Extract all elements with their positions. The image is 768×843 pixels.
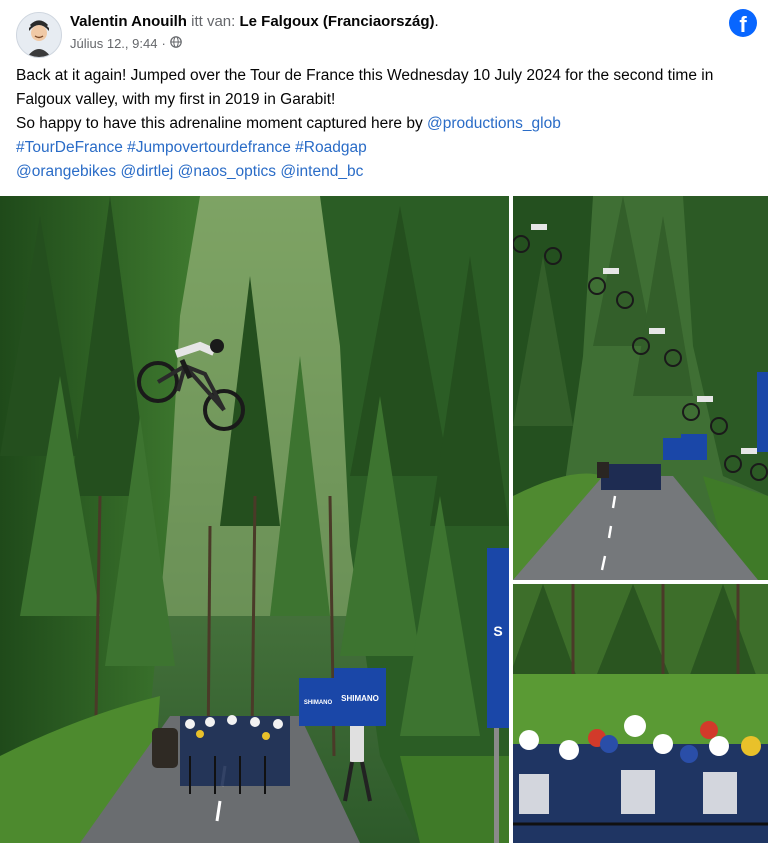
post-text-line2: So happy to have this adrenaline moment … [16, 112, 756, 136]
mention-link[interactable]: @orangebikes [16, 163, 116, 180]
shimano-post-letter: S [493, 623, 502, 639]
mention-line: @orangebikes @dirtlej @naos_optics @inte… [16, 160, 363, 184]
timestamp[interactable]: Július 12., 9:44 [70, 36, 157, 51]
author-line: Valentin Anouilh itt van: Le Falgoux (Fr… [70, 12, 439, 32]
location-prefix: itt van: [191, 13, 236, 30]
location-link[interactable]: Le Falgoux (Franciaország) [239, 13, 434, 30]
shimano-banner-label-small: SHIMANO [304, 700, 333, 706]
post-meta: Július 12., 9:44 · [70, 36, 182, 51]
globe-icon [169, 36, 182, 51]
photo-sequence[interactable] [513, 196, 768, 580]
mention-productions-glob[interactable]: @productions_glob [427, 115, 561, 132]
meta-separator: · [161, 36, 166, 51]
photo-peloton[interactable] [513, 584, 768, 843]
facebook-icon[interactable]: f [729, 9, 757, 37]
location-suffix: . [434, 13, 439, 30]
post-text-line1: Back at it again! Jumped over the Tour d… [16, 67, 714, 108]
mention-link[interactable]: @intend_bc [280, 163, 363, 180]
avatar-image [17, 13, 61, 57]
post-header: Valentin Anouilh itt van: Le Falgoux (Fr… [0, 0, 768, 62]
hashtag-line: #TourDeFrance #Jumpovertourdefrance #Roa… [16, 136, 756, 160]
post-text-line2-prefix: So happy to have this adrenaline moment … [16, 115, 428, 132]
author-name[interactable]: Valentin Anouilh [70, 13, 187, 30]
hashtag-link[interactable]: #Jumpovertourdefrance [127, 139, 291, 156]
shimano-banner-label: SHIMANO [341, 694, 379, 703]
photo-main[interactable]: SHIMANO SHIMANO S [0, 196, 509, 843]
mention-link[interactable]: @naos_optics [178, 163, 276, 180]
post-text: Back at it again! Jumped over the Tour d… [16, 64, 756, 160]
mention-link[interactable]: @dirtlej [121, 163, 174, 180]
hashtag-link[interactable]: #Roadgap [295, 139, 367, 156]
hashtag-link[interactable]: #TourDeFrance [16, 139, 123, 156]
avatar[interactable] [16, 12, 62, 58]
facebook-logo-letter: f [739, 12, 747, 37]
